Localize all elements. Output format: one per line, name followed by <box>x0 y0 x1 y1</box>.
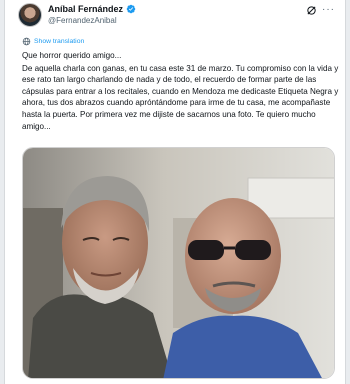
tweet-text: Que horror querido amigo... De aquella c… <box>22 50 340 133</box>
author-handle[interactable]: @FernandezAnibal <box>48 16 117 25</box>
globe-icon <box>22 37 31 46</box>
show-translation-link[interactable]: Show translation <box>34 38 84 45</box>
tweet-header: Aníbal Fernández @FernandezAnibal ··· <box>18 3 335 31</box>
avatar[interactable] <box>18 3 42 27</box>
tweet-photo[interactable] <box>22 147 335 379</box>
author-name-row[interactable]: Aníbal Fernández <box>48 4 136 14</box>
show-translation-row[interactable]: Show translation <box>22 37 84 46</box>
grok-icon[interactable] <box>306 5 317 16</box>
tweet-text-line: Que horror querido amigo... <box>22 51 122 60</box>
tweet-text-line: De aquella charla con ganas, en tu casa … <box>22 63 339 131</box>
verified-badge-icon <box>126 4 136 14</box>
author-name[interactable]: Aníbal Fernández <box>48 4 123 14</box>
tweet-card: Aníbal Fernández @FernandezAnibal ··· Sh… <box>4 0 346 384</box>
photo-image <box>23 148 334 378</box>
more-icon[interactable]: ··· <box>322 4 335 16</box>
